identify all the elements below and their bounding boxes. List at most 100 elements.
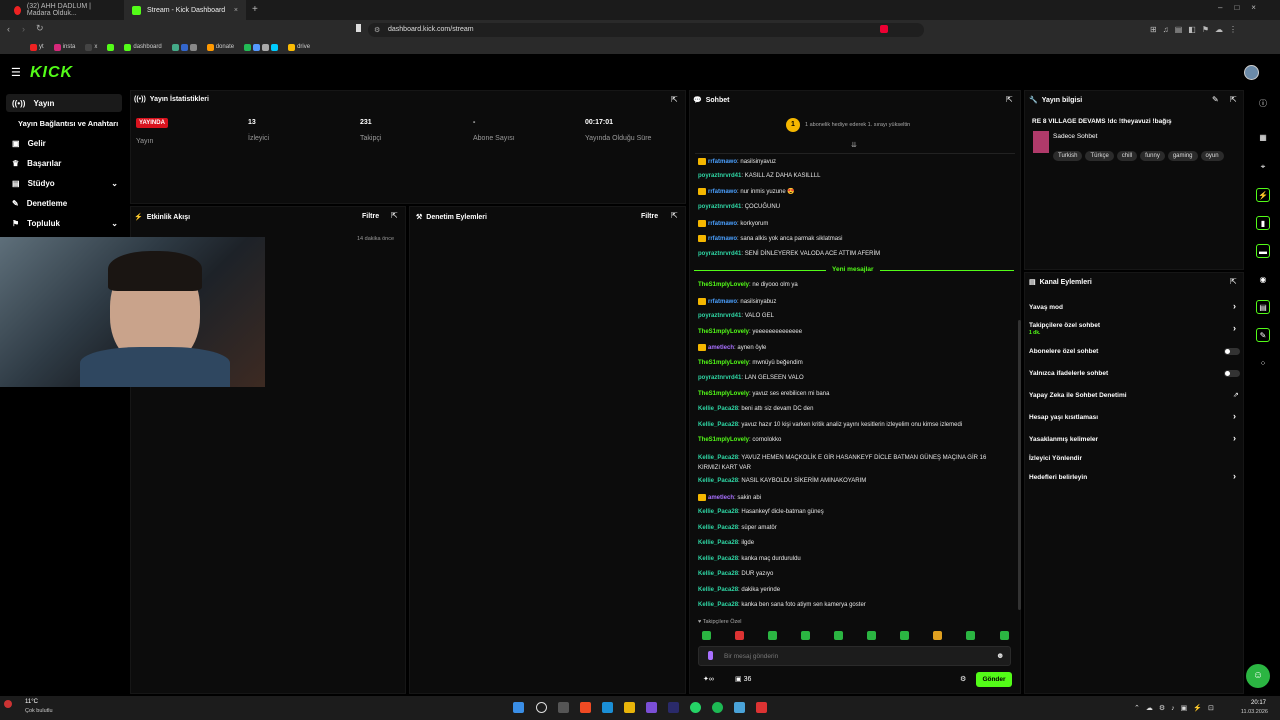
apps-icon[interactable]: ⁘ — [1256, 356, 1270, 370]
send-button[interactable]: Gönder — [976, 672, 1012, 687]
menu-icon[interactable]: ☰ — [11, 66, 21, 79]
premiere-icon[interactable] — [668, 702, 679, 713]
weather-icon[interactable] — [4, 700, 12, 708]
back-icon[interactable]: ‹ — [7, 24, 10, 34]
chat-username[interactable]: TheS1mplyLovely — [698, 437, 749, 443]
emote-icon[interactable] — [735, 631, 744, 640]
slow-mode-item[interactable]: Yavaş mod — [1029, 304, 1063, 311]
emote-icon[interactable] — [867, 631, 876, 640]
set-goals-item[interactable]: Hedefleri belirleyin — [1029, 474, 1087, 481]
chat-username[interactable]: Kellie_Paca28 — [698, 525, 738, 531]
bookmark-drive[interactable]: drive — [288, 43, 310, 51]
chat-username[interactable]: Kellie_Paca28 — [698, 556, 738, 562]
ai-moderation-item[interactable]: Yapay Zeka ile Sohbet Denetimi — [1029, 392, 1127, 399]
lightning-icon[interactable]: ⚡ — [1256, 188, 1270, 202]
whatsapp-icon[interactable] — [690, 702, 701, 713]
reload-icon[interactable]: ↻ — [36, 23, 44, 34]
address-bar[interactable]: dashboard.kick.com/stream — [368, 23, 924, 37]
bookmark-kick[interactable] — [107, 43, 115, 51]
sidebar-item-achievements[interactable]: ♛ Başarılar — [6, 154, 122, 172]
expand-icon[interactable]: ⇱ — [1230, 95, 1237, 104]
system-tray-icons[interactable]: ⌃☁⚙♪▣⚡⊡ — [1134, 704, 1220, 712]
app-icon[interactable] — [734, 702, 745, 713]
mic-icon[interactable] — [708, 651, 713, 660]
chat-username[interactable]: poyraztnrvrd41 — [698, 173, 741, 179]
chat-username[interactable]: Kellie_Paca28 — [698, 455, 738, 461]
emote-icon[interactable] — [801, 631, 810, 640]
chat-username[interactable]: Kellie_Paca28 — [698, 509, 738, 515]
bookmark-misc-2[interactable] — [244, 43, 279, 51]
points-display[interactable]: ▣ 36 — [735, 675, 751, 683]
emote-icon[interactable] — [1000, 631, 1009, 640]
sidebar-item-moderation[interactable]: ✎ Denetleme — [6, 194, 122, 212]
settings-icon[interactable]: ⚙ — [960, 675, 966, 683]
chat-username[interactable]: rrfatmawo — [708, 189, 737, 195]
file-explorer-icon[interactable] — [624, 702, 635, 713]
chat-username[interactable]: Kellie_Paca28 — [698, 422, 738, 428]
sidebar-item-community[interactable]: ⚑ Topluluk ⌄ — [6, 214, 122, 232]
chat-username[interactable]: Kellie_Paca28 — [698, 478, 738, 484]
chat-icon[interactable]: ▬ — [1256, 244, 1270, 258]
chat-username[interactable]: rrfatmawo — [708, 236, 737, 242]
broadcast-icon[interactable]: ◉ — [1256, 272, 1270, 286]
bookmark-icon[interactable] — [356, 24, 361, 32]
bookmark-misc[interactable] — [171, 43, 197, 51]
scan-icon[interactable]: ⌖ — [1256, 160, 1270, 174]
window-controls[interactable]: –□× — [1218, 3, 1268, 12]
document-icon[interactable]: ▮ — [1256, 216, 1270, 230]
panel-icon[interactable]: ▤ — [1256, 300, 1270, 314]
emote-icon[interactable] — [966, 631, 975, 640]
chat-username[interactable]: TheS1mplyLovely — [698, 282, 749, 288]
expand-icon[interactable]: ⇱ — [671, 211, 678, 220]
chat-username[interactable]: ametlech — [708, 495, 734, 501]
site-info-icon[interactable]: ⚙ — [374, 26, 380, 34]
chat-username[interactable]: Kellie_Paca28 — [698, 540, 738, 546]
expand-icon[interactable]: ⇱ — [671, 95, 678, 104]
search-icon[interactable] — [536, 702, 547, 713]
tab-kick-dashboard[interactable]: Stream - Kick Dashboard × — [124, 0, 246, 20]
new-tab-icon[interactable]: + — [252, 4, 258, 15]
chat-username[interactable]: rrfatmawo — [708, 299, 737, 305]
info-icon[interactable]: ⓘ — [1256, 96, 1270, 110]
chat-username[interactable]: Kellie_Paca28 — [698, 571, 738, 577]
chat-username[interactable]: Kellie_Paca28 — [698, 602, 738, 608]
chat-username[interactable]: poyraztnrvrd41 — [698, 375, 741, 381]
bookmark-donate[interactable]: donate — [206, 43, 234, 51]
chat-username[interactable]: Kellie_Paca28 — [698, 587, 738, 593]
windows-start-icon[interactable] — [513, 702, 524, 713]
bookmark-x[interactable]: x — [85, 43, 97, 51]
spotify-icon[interactable] — [712, 702, 723, 713]
extensions-icons[interactable]: ⊞♫▤◧⚑☁⋮ — [1150, 25, 1243, 34]
discord-icon[interactable] — [646, 702, 657, 713]
chat-username[interactable]: TheS1mplyLovely — [698, 360, 749, 366]
steam-icon[interactable] — [602, 702, 613, 713]
help-chat-icon[interactable]: ☺ — [1246, 664, 1270, 688]
chat-username[interactable]: poyraztnrvrd41 — [698, 313, 741, 319]
emote-icon[interactable] — [834, 631, 843, 640]
brave-icon[interactable] — [580, 702, 591, 713]
chat-username[interactable]: poyraztnrvrd41 — [698, 204, 741, 210]
edit-icon[interactable]: ✎ — [1212, 95, 1219, 104]
emoji-icon[interactable]: ☻ — [996, 651, 1004, 660]
sidebar-item-studio[interactable]: ▤ Stüdyo ⌄ — [6, 174, 122, 192]
chat-username[interactable]: Kellie_Paca28 — [698, 406, 738, 412]
forward-icon[interactable]: › — [22, 24, 25, 34]
expand-icon[interactable]: ⇱ — [1230, 277, 1237, 286]
chat-username[interactable]: TheS1mplyLovely — [698, 391, 749, 397]
bookmark-yt[interactable]: yt — [30, 43, 44, 51]
emote-icon[interactable] — [933, 631, 942, 640]
followers-chat-item[interactable]: Takipçilere özel sohbet — [1029, 322, 1100, 329]
emote-icon[interactable] — [900, 631, 909, 640]
expand-icon[interactable]: ⇱ — [391, 211, 398, 220]
wrench-icon[interactable]: ✎ — [1256, 328, 1270, 342]
dashboard-icon[interactable]: ▦ — [1256, 130, 1270, 144]
close-icon[interactable]: × — [234, 7, 238, 14]
collapse-icon[interactable]: ⇊ — [851, 141, 857, 149]
chat-username[interactable]: rrfatmawo — [708, 221, 737, 227]
app-icon[interactable] — [756, 702, 767, 713]
sidebar-item-stream[interactable]: ((•)) Yayın — [6, 94, 122, 112]
activity-filter-button[interactable]: Filtre — [362, 213, 379, 220]
expand-icon[interactable]: ⇱ — [1006, 95, 1013, 104]
sidebar-item-revenue[interactable]: ▣ Gelir — [6, 134, 122, 152]
kick-logo[interactable]: KICK — [30, 64, 73, 82]
